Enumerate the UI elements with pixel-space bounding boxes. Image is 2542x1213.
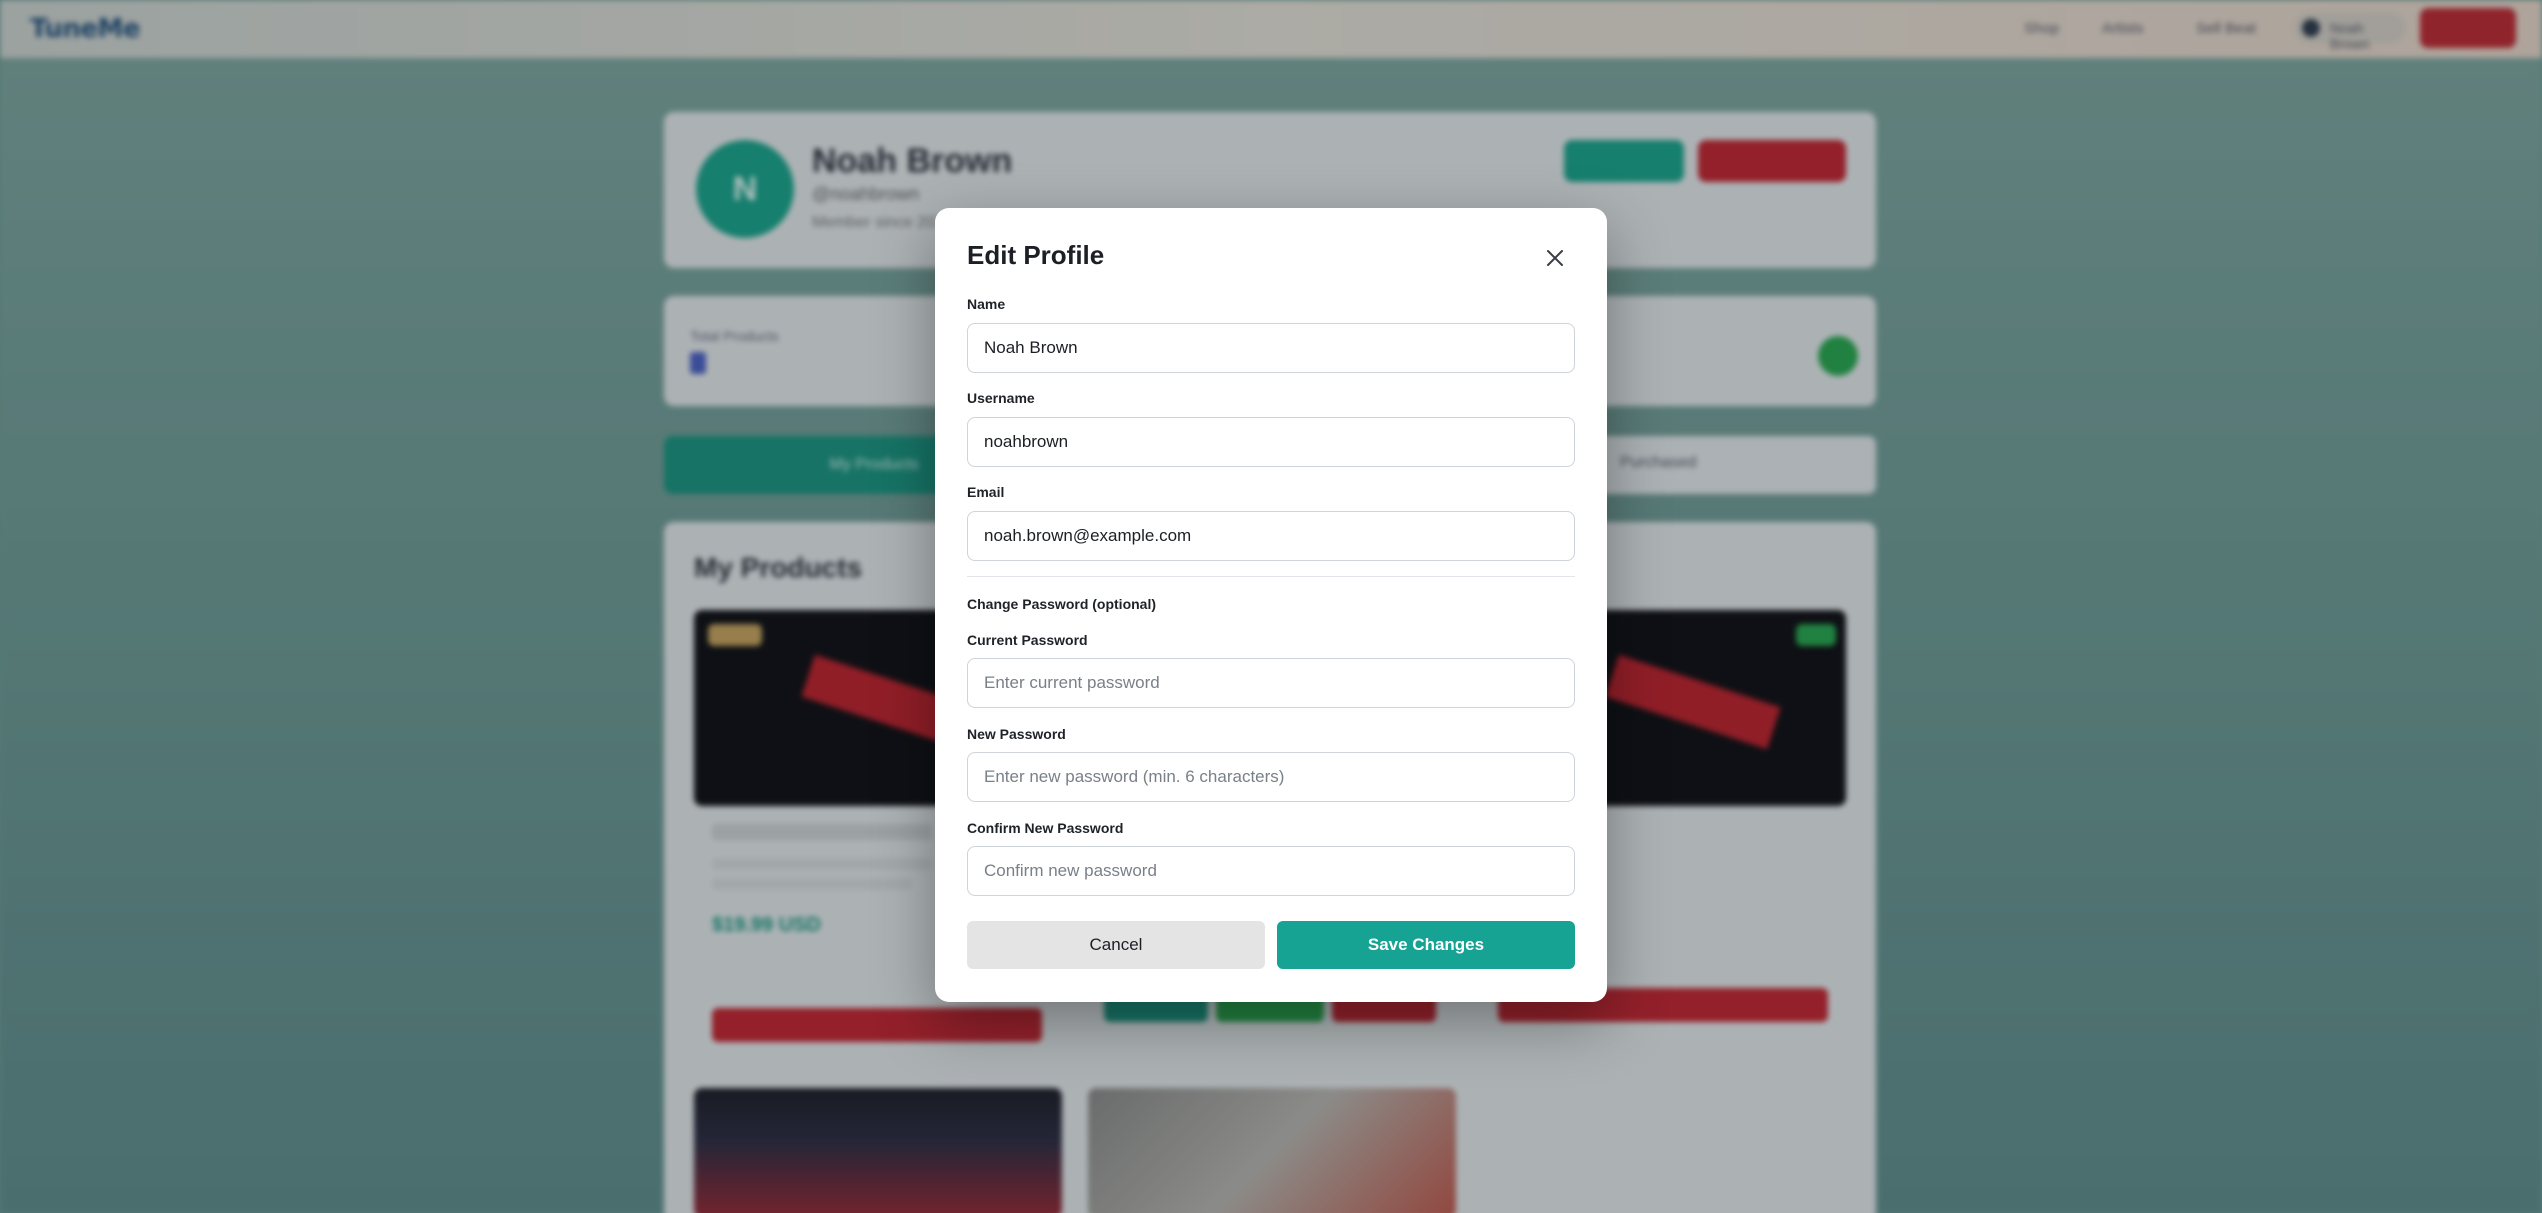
edit-profile-modal: Edit Profile Name Username Email Change …	[935, 208, 1607, 1002]
close-button[interactable]	[1543, 246, 1567, 270]
save-changes-button[interactable]: Save Changes	[1277, 921, 1575, 969]
close-icon	[1547, 250, 1563, 266]
email-input[interactable]	[967, 511, 1575, 561]
username-label: Username	[967, 390, 1035, 406]
new-password-label: New Password	[967, 726, 1066, 742]
current-password-input[interactable]	[967, 658, 1575, 708]
section-divider	[967, 576, 1575, 577]
password-section-label: Change Password (optional)	[967, 596, 1157, 612]
email-label: Email	[967, 484, 1005, 500]
current-password-label: Current Password	[967, 632, 1088, 648]
confirm-password-input[interactable]	[967, 846, 1575, 896]
confirm-password-label: Confirm New Password	[967, 820, 1124, 836]
new-password-input[interactable]	[967, 752, 1575, 802]
name-label: Name	[967, 296, 1006, 312]
name-input[interactable]	[967, 323, 1575, 373]
modal-title: Edit Profile	[967, 240, 1105, 270]
username-input[interactable]	[967, 417, 1575, 467]
cancel-button[interactable]: Cancel	[967, 921, 1265, 969]
